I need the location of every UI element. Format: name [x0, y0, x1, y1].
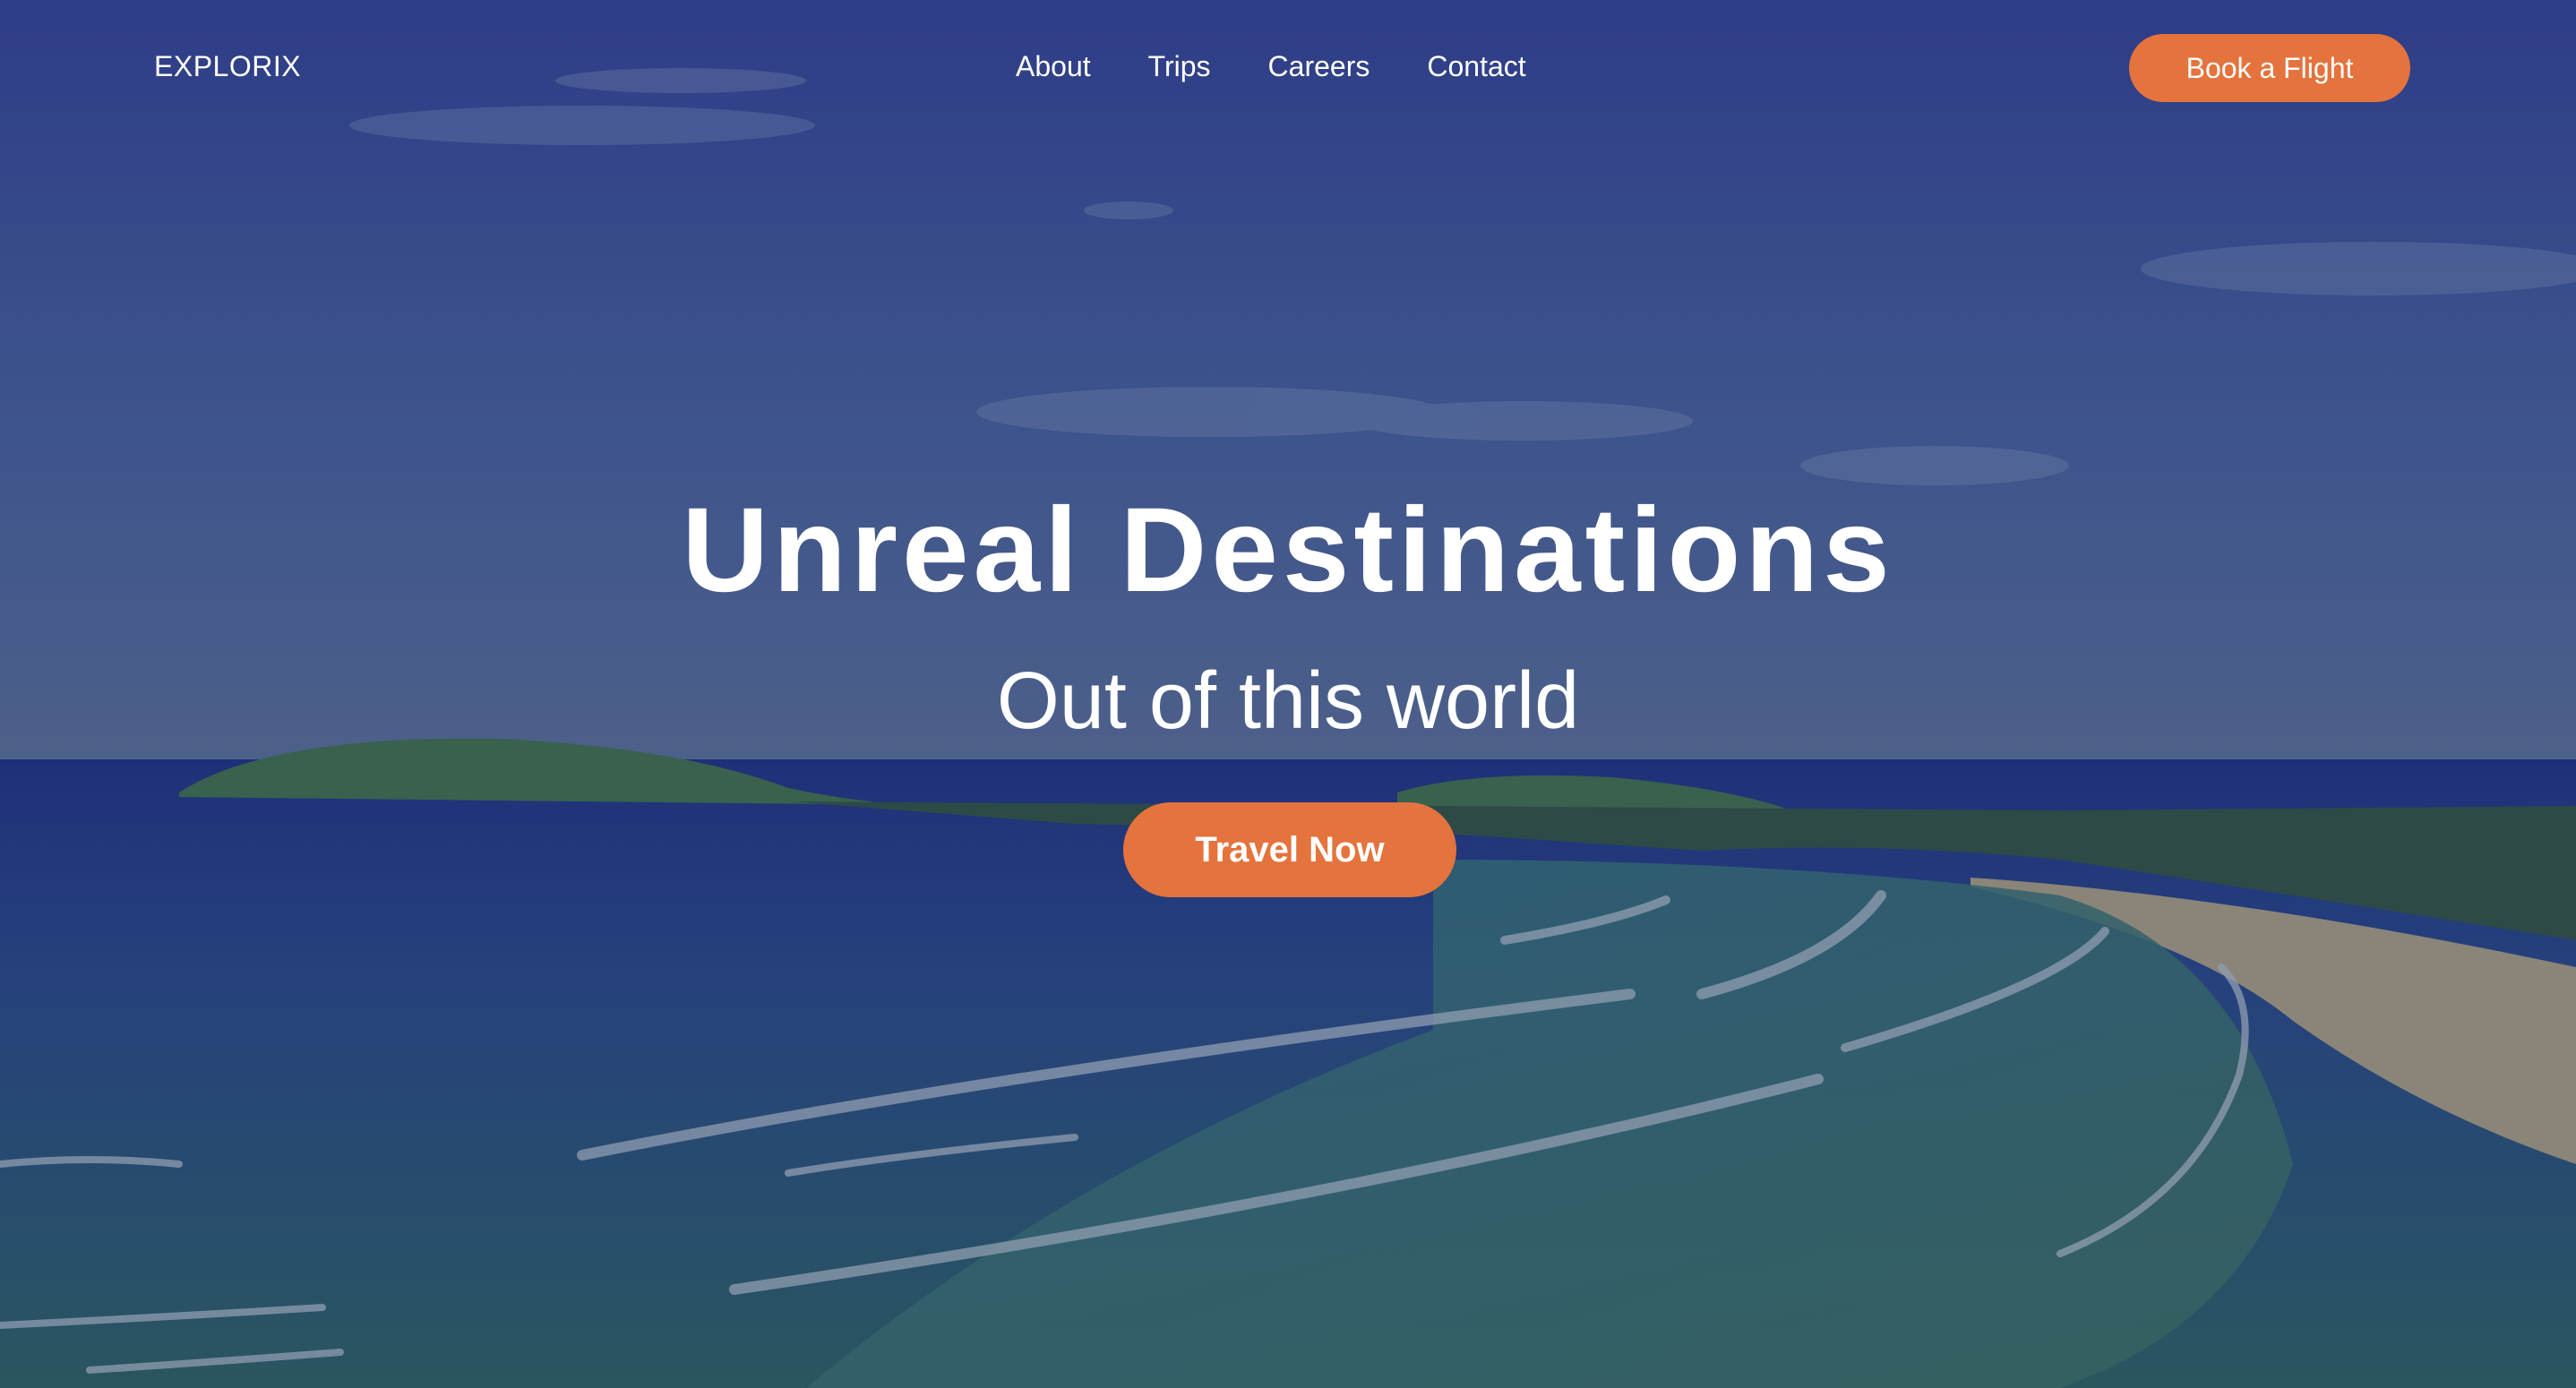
nav-links: About Trips Careers Contact: [1016, 50, 1526, 83]
nav-link-about[interactable]: About: [1016, 50, 1091, 83]
nav-link-trips[interactable]: Trips: [1148, 50, 1211, 83]
nav-link-careers[interactable]: Careers: [1268, 50, 1370, 83]
nav-link-contact[interactable]: Contact: [1427, 50, 1525, 83]
top-navigation: EXPLORIX About Trips Careers Contact Boo…: [0, 0, 2576, 134]
travel-now-button[interactable]: Travel Now: [1123, 802, 1456, 897]
hero-subtitle: Out of this world: [996, 656, 1580, 746]
brand-logo[interactable]: EXPLORIX: [154, 50, 301, 83]
book-flight-button[interactable]: Book a Flight: [2129, 34, 2410, 102]
hero-title: Unreal Destinations: [682, 484, 1894, 617]
